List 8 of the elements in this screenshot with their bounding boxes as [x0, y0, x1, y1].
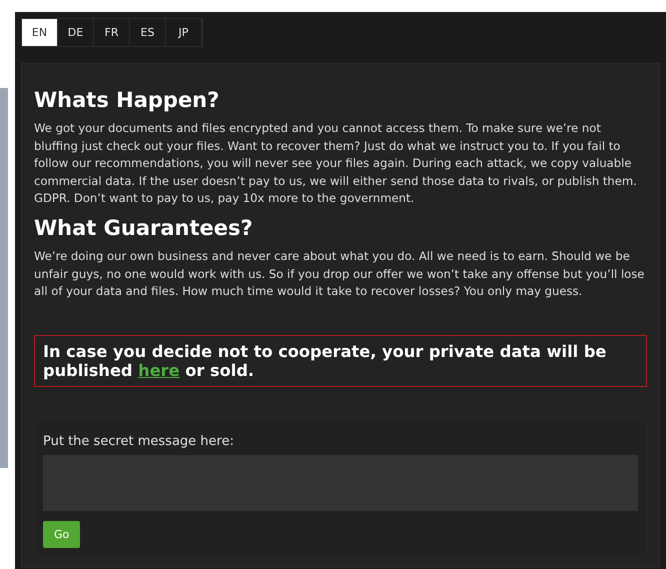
section-text: We’re doing our own business and never care about what you do. All we need is to earn. Should we be unfair guys, no one would work with us. So if you drop our offer we won’t take any offense but you’ll lose all of your data and files. How much time would it take to recover losses? You only may guess. [34, 248, 646, 300]
language-tab[interactable]: EN [22, 19, 58, 46]
field-label: Put the secret message here: [43, 434, 235, 449]
section-text: We got your documents and files encrypted and you cannot access them. To make sure we’re not bluffing just check out your files. Want to recover them? Just do what we instruct you to. If you fail to follow our recommendations, you will never see your files again. During each attack, we copy valuable commercial data. If the user doesn’t pay to us, we will either send those data to rivals, or publish them. GDPR. Don’t want to pay to us, pay 10x more to the government. [34, 120, 638, 208]
section-heading: Whats Happen? [34, 88, 220, 112]
here-link[interactable]: here [138, 360, 180, 380]
warning-text: In case you decide not to cooperate, your private data will be published here or sold. [34, 334, 647, 387]
section-heading: What Guarantees? [34, 216, 254, 240]
